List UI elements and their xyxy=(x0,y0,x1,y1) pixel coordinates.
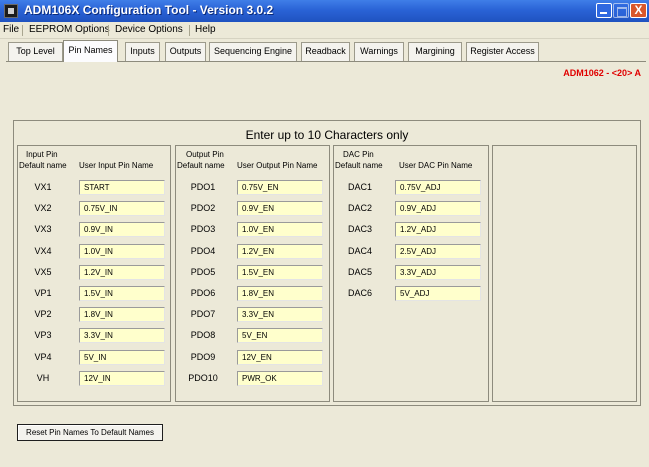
output-pin-name-input[interactable]: 3.3V_EN xyxy=(237,307,323,322)
input-pin-name-input[interactable]: 1.0V_IN xyxy=(79,244,165,259)
input-pin-name-input[interactable]: 1.2V_IN xyxy=(79,265,165,280)
close-button[interactable]: X xyxy=(630,3,647,18)
input-pin-default-name: VP1 xyxy=(34,288,52,298)
input-pin-name-input[interactable]: 1.5V_IN xyxy=(79,286,165,301)
input-pin-name-input[interactable]: 5V_IN xyxy=(79,350,165,365)
menu-help[interactable]: Help xyxy=(195,24,216,35)
input-pin-default-name: VP2 xyxy=(34,309,52,319)
input-pin-name-input[interactable]: 3.3V_IN xyxy=(79,328,165,343)
tab-inputs[interactable]: Inputs xyxy=(125,42,160,61)
output-pin-name-input[interactable]: 0.9V_EN xyxy=(237,201,323,216)
menu-bar: File EEPROM Options Device Options Help xyxy=(0,22,649,39)
maximize-button[interactable] xyxy=(613,3,629,18)
output-pin-name-input[interactable]: 1.5V_EN xyxy=(237,265,323,280)
output-default-name-header: Default name xyxy=(177,161,225,170)
output-pin-name-input[interactable]: 1.0V_EN xyxy=(237,222,323,237)
app-icon xyxy=(4,4,18,18)
minimize-button[interactable] xyxy=(596,3,612,18)
input-pin-default-name: VX4 xyxy=(34,246,52,256)
output-pin-name-input[interactable]: PWR_OK xyxy=(237,371,323,386)
tab-sequencing-engine[interactable]: Sequencing Engine xyxy=(209,42,297,61)
input-pin-name-input[interactable]: START xyxy=(79,180,165,195)
dac-user-name-header: User DAC Pin Name xyxy=(399,161,473,170)
dac-pin-name-input[interactable]: 2.5V_ADJ xyxy=(395,244,481,259)
output-user-name-header: User Output Pin Name xyxy=(237,161,318,170)
input-pin-default-name: VX1 xyxy=(34,182,52,192)
output-pin-name-input[interactable]: 0.75V_EN xyxy=(237,180,323,195)
input-default-name-header: Default name xyxy=(19,161,67,170)
dac-pin-name-input[interactable]: 1.2V_ADJ xyxy=(395,222,481,237)
dac-pin-default-name: DAC3 xyxy=(347,224,372,234)
input-pin-default-name: VX5 xyxy=(34,267,52,277)
output-pin-header: Output Pin xyxy=(186,150,224,159)
output-pin-default-name: PDO4 xyxy=(190,246,216,256)
dac-pin-default-name: DAC1 xyxy=(347,182,372,192)
dac-pin-default-name: DAC5 xyxy=(347,267,372,277)
app-window: ADM106X Configuration Tool - Version 3.0… xyxy=(0,0,649,467)
output-pin-default-name: PDO7 xyxy=(190,309,216,319)
input-pin-default-name: VX3 xyxy=(34,224,52,234)
reset-pin-names-button[interactable]: Reset Pin Names To Default Names xyxy=(17,424,163,441)
output-pin-name-input[interactable]: 5V_EN xyxy=(237,328,323,343)
output-pin-default-name: PDO5 xyxy=(190,267,216,277)
menu-separator xyxy=(22,25,23,36)
input-pin-default-name: VP4 xyxy=(34,352,52,362)
menu-separator xyxy=(108,25,109,36)
output-pin-default-name: PDO8 xyxy=(190,330,216,340)
output-pin-default-name: PDO10 xyxy=(188,373,218,383)
input-pin-name-input[interactable]: 1.8V_IN xyxy=(79,307,165,322)
dac-pin-header: DAC Pin xyxy=(343,150,374,159)
output-pin-default-name: PDO1 xyxy=(190,182,216,192)
input-pin-default-name: VX2 xyxy=(34,203,52,213)
dac-pin-name-input[interactable]: 3.3V_ADJ xyxy=(395,265,481,280)
device-label: ADM1062 - <20> A xyxy=(563,68,641,78)
dac-pin-default-name: DAC4 xyxy=(347,246,372,256)
dac-pin-name-input[interactable]: 5V_ADJ xyxy=(395,286,481,301)
tab-register-access[interactable]: Register Access xyxy=(466,42,539,61)
output-pin-name-input[interactable]: 1.2V_EN xyxy=(237,244,323,259)
instruction-text: Enter up to 10 Characters only xyxy=(245,128,409,142)
dac-pin-default-name: DAC2 xyxy=(347,203,372,213)
tab-top-level[interactable]: Top Level xyxy=(8,42,63,61)
tab-pin-names[interactable]: Pin Names xyxy=(63,40,118,62)
tab-outputs[interactable]: Outputs xyxy=(165,42,206,61)
dac-pin-name-input[interactable]: 0.75V_ADJ xyxy=(395,180,481,195)
window-title: ADM106X Configuration Tool - Version 3.0… xyxy=(24,3,274,17)
dac-default-name-header: Default name xyxy=(335,161,383,170)
output-pin-name-input[interactable]: 12V_EN xyxy=(237,350,323,365)
tab-margining[interactable]: Margining xyxy=(408,42,462,61)
menu-separator xyxy=(189,25,190,36)
tab-readback[interactable]: Readback xyxy=(301,42,350,61)
input-pin-name-input[interactable]: 0.9V_IN xyxy=(79,222,165,237)
output-pin-default-name: PDO3 xyxy=(190,224,216,234)
menu-device-options[interactable]: Device Options xyxy=(115,24,183,35)
menu-eeprom-options[interactable]: EEPROM Options xyxy=(29,24,110,35)
input-pin-default-name: VH xyxy=(36,373,50,383)
output-pin-default-name: PDO2 xyxy=(190,203,216,213)
dac-pin-name-input[interactable]: 0.9V_ADJ xyxy=(395,201,481,216)
input-pin-default-name: VP3 xyxy=(34,330,52,340)
tab-warnings[interactable]: Warnings xyxy=(354,42,404,61)
dac-pin-default-name: DAC6 xyxy=(347,288,372,298)
empty-panel xyxy=(492,145,637,402)
output-pin-default-name: PDO6 xyxy=(190,288,216,298)
input-user-name-header: User Input Pin Name xyxy=(79,161,154,170)
output-pin-default-name: PDO9 xyxy=(190,352,216,362)
input-pin-name-input[interactable]: 12V_IN xyxy=(79,371,165,386)
input-pin-name-input[interactable]: 0.75V_IN xyxy=(79,201,165,216)
input-pin-header: Input Pin xyxy=(26,150,58,159)
title-bar[interactable]: ADM106X Configuration Tool - Version 3.0… xyxy=(0,0,649,22)
menu-file[interactable]: File xyxy=(3,24,19,35)
output-pin-name-input[interactable]: 1.8V_EN xyxy=(237,286,323,301)
